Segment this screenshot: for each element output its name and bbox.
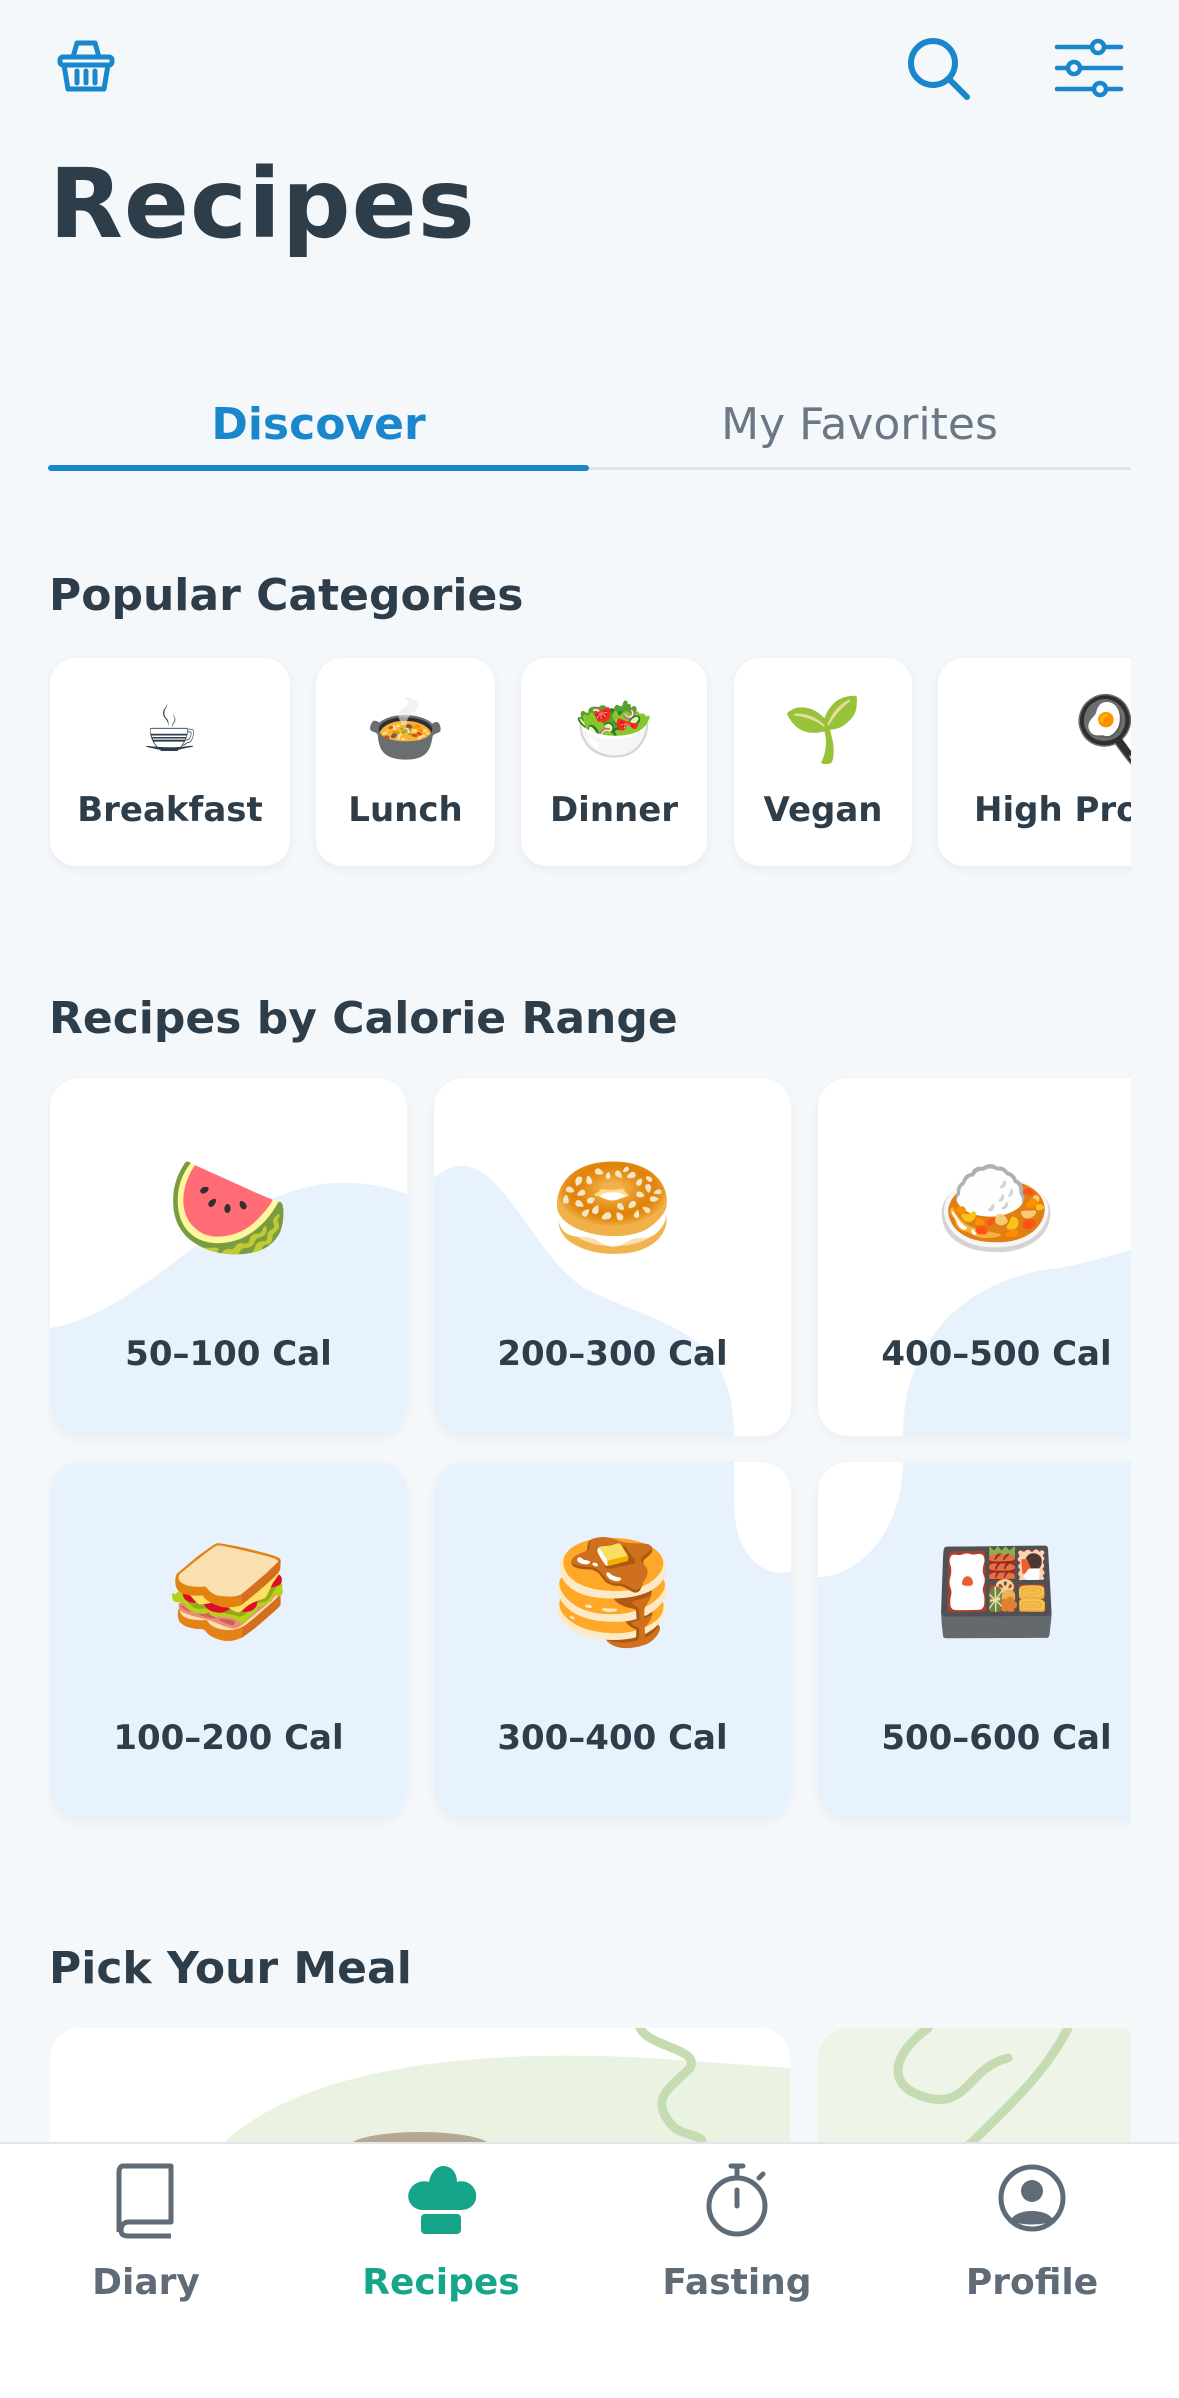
calorie-card-100-200[interactable]: 🥪 100–200 Cal (50, 1462, 407, 1820)
category-dinner[interactable]: 🥗 Dinner (521, 658, 707, 866)
page-title: Recipes (49, 148, 476, 260)
category-lunch[interactable]: 🍲 Lunch (316, 658, 495, 866)
calorie-card-400-500[interactable]: 🍛 400–500 Cal (818, 1078, 1131, 1436)
search-button[interactable] (900, 30, 978, 108)
category-label: Breakfast (77, 790, 263, 830)
category-breakfast[interactable]: ☕ Breakfast (50, 658, 290, 866)
frying-pan-icon: 🍳 (1068, 693, 1131, 767)
basket-icon (57, 40, 115, 92)
popular-categories-list: ☕ Breakfast 🍲 Lunch 🥗 Dinner 🌱 Vegan 🍳 H… (48, 656, 1131, 878)
seedling-icon: 🌱 (783, 693, 863, 767)
filter-button[interactable] (1052, 34, 1126, 102)
chef-hat-icon (408, 2166, 477, 2234)
pick-meal-heading: Pick Your Meal (49, 1943, 412, 1994)
meal-card[interactable] (818, 2028, 1131, 2146)
basket-button[interactable] (52, 32, 120, 100)
bottom-navigation: Diary Recipes Fasting Profile (0, 2142, 1179, 2398)
soup-icon: 🍲 (365, 693, 446, 767)
meal-card-decoration (818, 2028, 1131, 2146)
category-label: High Protein (974, 790, 1131, 830)
book-icon (116, 2163, 174, 2239)
tab-bar: Discover My Favorites (48, 380, 1131, 472)
calorie-label: 50–100 Cal (125, 1334, 332, 1374)
calorie-label: 400–500 Cal (881, 1334, 1112, 1374)
calorie-label: 500–600 Cal (881, 1718, 1112, 1758)
sliders-icon (1054, 38, 1124, 98)
category-vegan[interactable]: 🌱 Vegan (734, 658, 912, 866)
stopwatch-icon (706, 2163, 768, 2237)
nav-diary[interactable]: Diary (36, 2160, 256, 2320)
coffee-icon: ☕ (141, 693, 199, 767)
category-label: Vegan (763, 790, 883, 830)
nav-fasting[interactable]: Fasting (627, 2160, 847, 2320)
tab-discover[interactable]: Discover (48, 380, 589, 468)
calorie-label: 200–300 Cal (497, 1334, 728, 1374)
calorie-range-heading: Recipes by Calorie Range (49, 993, 678, 1044)
meal-cards-row (48, 2028, 1131, 2146)
salad-icon: 🥗 (574, 693, 654, 767)
calorie-card-500-600[interactable]: 🍱 500–600 Cal (818, 1462, 1131, 1820)
meal-card[interactable] (50, 2028, 790, 2146)
user-circle-icon (998, 2164, 1066, 2232)
calorie-label: 300–400 Cal (497, 1718, 728, 1758)
curry-rice-icon: 🍛 (934, 1149, 1059, 1266)
pancakes-icon: 🥞 (550, 1533, 675, 1650)
calorie-card-200-300[interactable]: 🥯 200–300 Cal (434, 1078, 791, 1436)
nav-profile[interactable]: Profile (922, 2160, 1142, 2320)
popular-categories-heading: Popular Categories (49, 570, 524, 621)
nav-label: Fasting (662, 2262, 812, 2303)
tab-my-favorites[interactable]: My Favorites (589, 380, 1130, 468)
nav-label: Recipes (362, 2262, 520, 2303)
search-icon (908, 38, 970, 100)
nav-label: Profile (965, 2262, 1099, 2303)
watermelon-icon: 🍉 (166, 1149, 291, 1266)
bagel-icon: 🥯 (550, 1149, 675, 1266)
category-high-protein[interactable]: 🍳 High Protein (938, 658, 1131, 866)
tab-active-indicator (48, 465, 589, 471)
meal-card-decoration (220, 2028, 790, 2146)
calorie-range-grid: 🍉 50–100 Cal 🥯 200–300 Cal 🍛 400–500 Cal… (48, 1076, 1131, 1836)
bento-box-icon: 🍱 (934, 1533, 1059, 1650)
nav-recipes[interactable]: Recipes (331, 2160, 551, 2320)
calorie-card-50-100[interactable]: 🍉 50–100 Cal (50, 1078, 407, 1436)
nav-label: Diary (92, 2262, 200, 2303)
sandwich-icon: 🥪 (166, 1533, 291, 1650)
category-label: Lunch (348, 790, 463, 830)
calorie-card-300-400[interactable]: 🥞 300–400 Cal (434, 1462, 791, 1820)
calorie-label: 100–200 Cal (113, 1718, 344, 1758)
category-label: Dinner (549, 790, 679, 830)
